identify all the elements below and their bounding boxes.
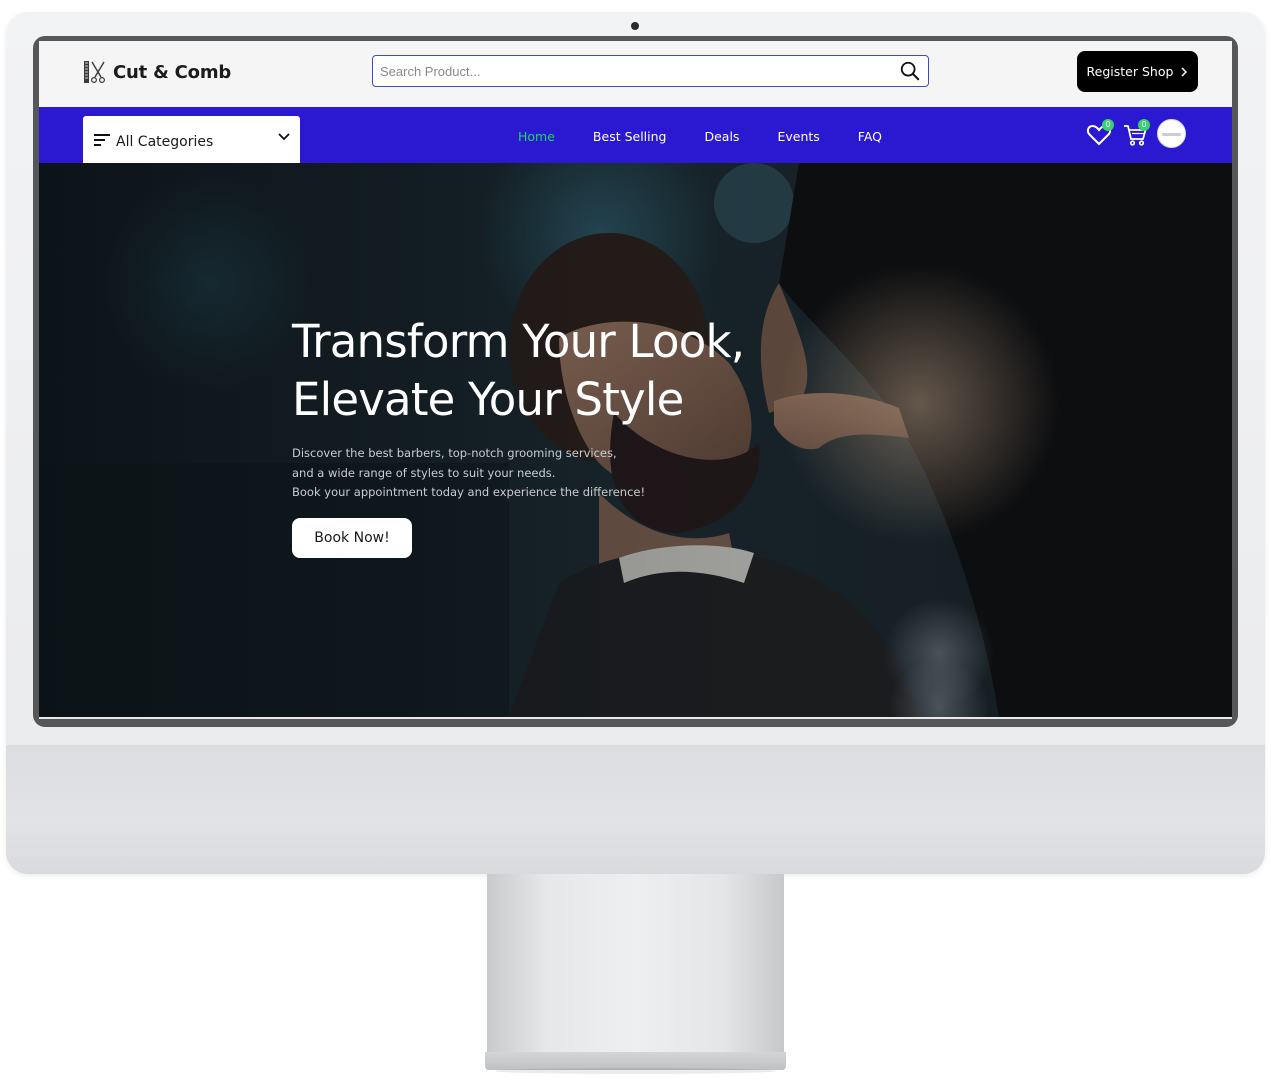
brand-logo[interactable]: Cut & Comb	[83, 59, 231, 85]
wishlist-button[interactable]: 0	[1085, 119, 1114, 148]
chevron-right-icon	[1181, 66, 1188, 77]
hero-title-line2: Elevate Your Style	[292, 373, 684, 426]
nav-link-faq[interactable]: FAQ	[858, 127, 882, 144]
chevron-down-icon	[278, 133, 290, 141]
nav-link-best-selling[interactable]: Best Selling	[593, 127, 667, 144]
menu-lines-icon	[94, 134, 110, 146]
nav-links: Home Best Selling Deals Events FAQ	[518, 107, 920, 163]
search-icon[interactable]	[899, 60, 921, 82]
cart-button[interactable]: 0	[1121, 119, 1150, 148]
hero-subtitle: Discover the best barbers, top-notch gro…	[292, 444, 772, 503]
hero-section: Transform Your Look, Elevate Your Style …	[39, 163, 1232, 717]
search-bar	[372, 55, 929, 87]
monitor-chin	[6, 745, 1265, 874]
hero-sub-line3: Book your appointment today and experien…	[292, 485, 646, 499]
nav-link-deals[interactable]: Deals	[704, 127, 739, 144]
categories-label: All Categories	[116, 133, 214, 150]
stand-shadow	[495, 1068, 776, 1074]
all-categories-dropdown[interactable]: All Categories	[83, 116, 300, 164]
website-screen: Cut & Comb Register Shop All Categories	[39, 41, 1232, 719]
hero-title-line1: Transform Your Look,	[292, 315, 745, 368]
main-navbar: All Categories Home Best Selling Deals E…	[39, 107, 1232, 164]
site-header: Cut & Comb Register Shop	[39, 41, 1232, 107]
search-input[interactable]	[373, 56, 899, 86]
avatar-image	[1162, 133, 1181, 136]
camera-dot	[631, 22, 639, 30]
monitor-stand	[487, 874, 784, 1070]
hero-sub-line1: Discover the best barbers, top-notch gro…	[292, 446, 617, 460]
hero-title: Transform Your Look, Elevate Your Style	[292, 313, 852, 429]
book-now-button[interactable]: Book Now!	[292, 518, 412, 558]
scissors-comb-icon	[84, 61, 106, 84]
nav-link-home[interactable]: Home	[518, 127, 555, 144]
user-avatar[interactable]	[1157, 119, 1186, 148]
register-shop-button[interactable]: Register Shop	[1077, 51, 1198, 92]
wishlist-count-badge: 0	[1102, 119, 1114, 131]
nav-link-events[interactable]: Events	[777, 127, 819, 144]
hero-sub-line2: and a wide range of styles to suit your …	[292, 465, 556, 480]
brand-name: Cut & Comb	[113, 61, 232, 83]
register-shop-label: Register Shop	[1086, 64, 1174, 79]
screen-bottom-edge	[39, 717, 1232, 719]
hero-overlay	[39, 163, 1232, 717]
cart-count-badge: 0	[1138, 119, 1150, 131]
